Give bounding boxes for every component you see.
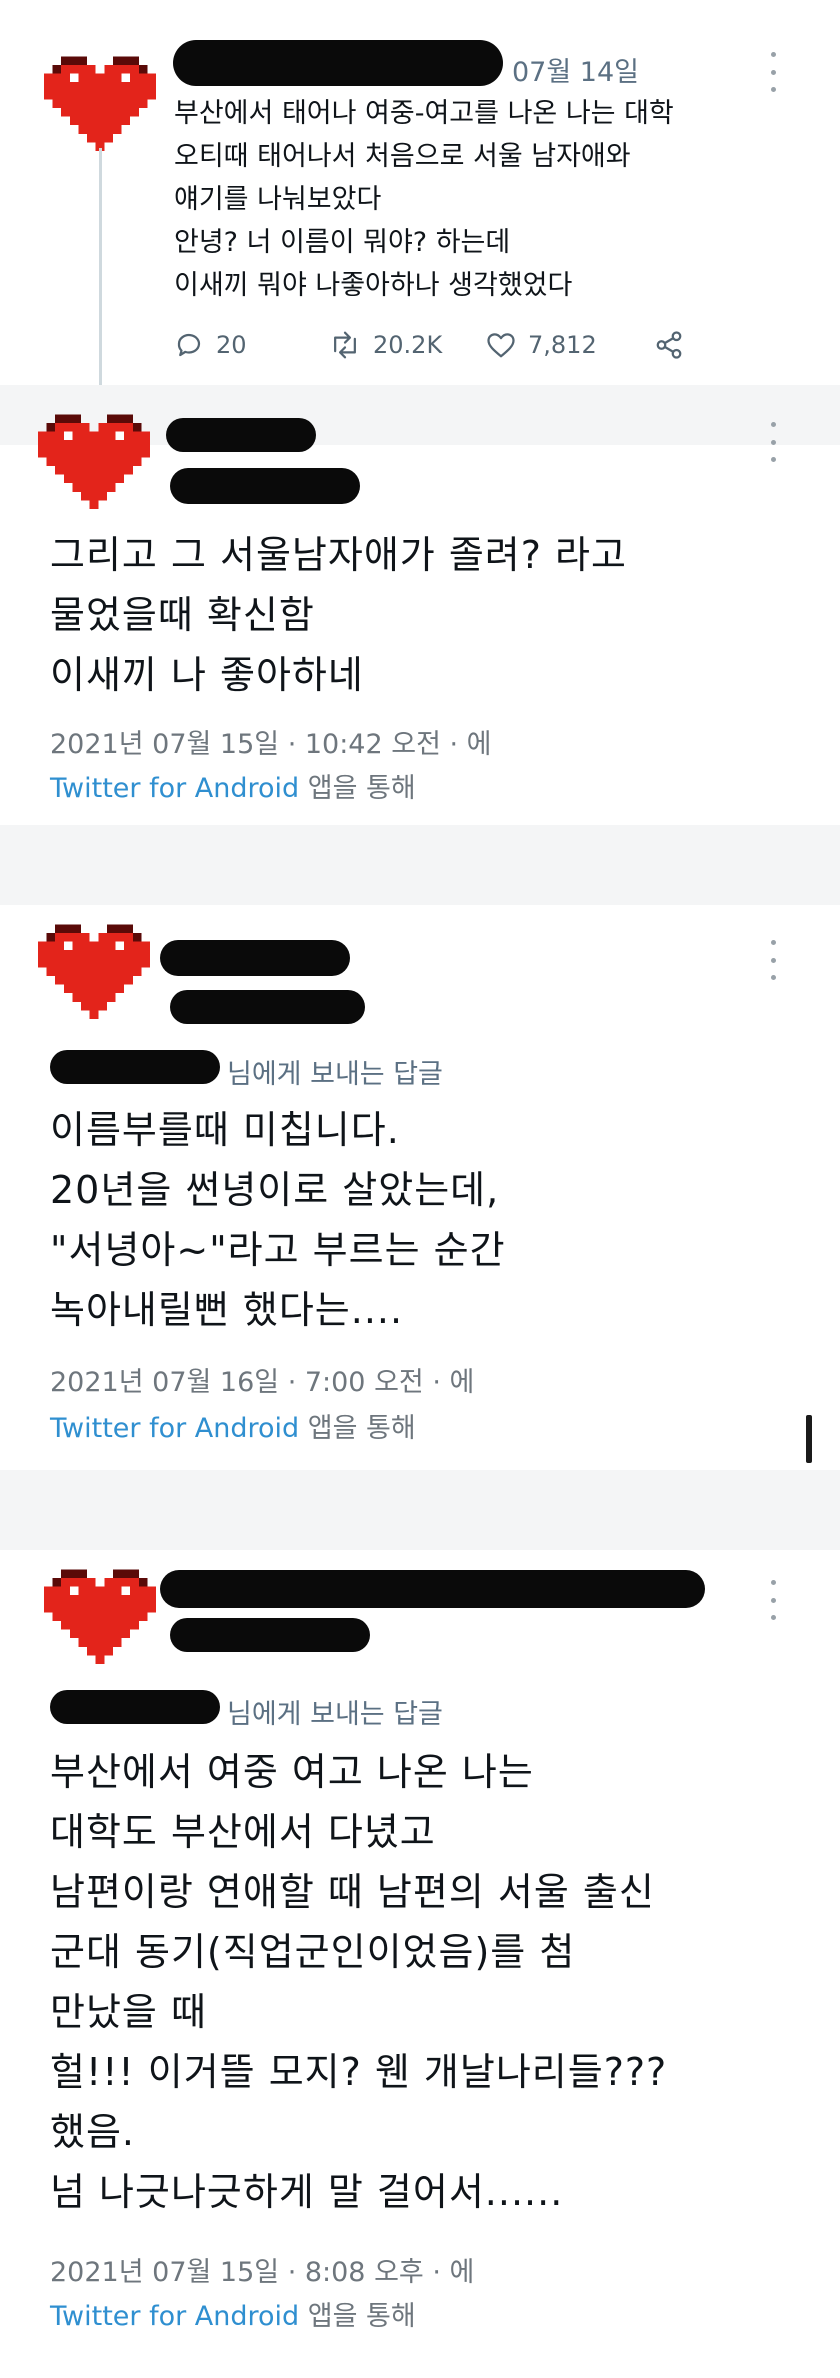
- tweet-text-line: 대학도 부산에서 다녔고: [50, 1810, 436, 1854]
- tweet-timestamp[interactable]: 2021년 07월 16일 · 7:00 오전 · 에: [50, 1360, 474, 1399]
- tweet-text-line: 물었을때 확신함: [50, 593, 315, 637]
- tweet-text-line: 안녕? 너 이름이 뭐야? 하는데: [174, 227, 511, 258]
- replying-to-label: 님에게 보내는 답글: [227, 1699, 443, 1730]
- source-suffix: 앱을 통해: [307, 2301, 416, 2332]
- tweet-text-line: 이름부를때 미칩니다.: [50, 1108, 400, 1152]
- source-suffix: 앱을 통해: [307, 773, 416, 804]
- tweet-date: 07월 14일: [512, 57, 639, 88]
- tweet-text-line: 헐!!! 이거뜰 모지? 웬 개날나리들???: [50, 2050, 668, 2094]
- section-separator: [0, 1470, 840, 1550]
- retweet-icon: [334, 331, 356, 359]
- tweet-text-line: 부산에서 태어나 여중-여고를 나온 나는 대학: [174, 98, 674, 129]
- avatar[interactable]: [38, 920, 150, 1032]
- tweet-timestamp[interactable]: 2021년 07월 15일 · 8:08 오후 · 에: [50, 2250, 474, 2289]
- tweet-text-line: 남편이랑 연애할 때 남편의 서울 출신: [50, 1870, 655, 1914]
- redacted-handle: [170, 468, 360, 504]
- like-icon: [487, 333, 515, 358]
- share-button[interactable]: [654, 330, 684, 360]
- scrollbar[interactable]: [806, 1415, 812, 1463]
- replying-to-label: 님에게 보내는 답글: [227, 1059, 443, 1090]
- pixel-heart-icon: [38, 414, 150, 510]
- share-icon: [656, 331, 682, 359]
- tweet-text-line: 오티때 태어나서 처음으로 서울 남자애와: [174, 141, 631, 172]
- more-options-icon[interactable]: [767, 940, 779, 980]
- tweet-text-line: 부산에서 여중 여고 나온 나는: [50, 1750, 534, 1794]
- tweet-text-line: 그리고 그 서울남자애가 졸려? 라고: [50, 533, 627, 577]
- redacted-reply-handle: [50, 1690, 220, 1724]
- tweet-text-line: 얘기를 나눠보았다: [174, 184, 382, 215]
- source-suffix: 앱을 통해: [307, 1413, 416, 1444]
- tweet-text-line: 20년을 썬녕이로 살았는데,: [50, 1168, 500, 1212]
- tweet-actions: 20 20.2K 7,812: [174, 330, 694, 370]
- section-separator: [0, 825, 840, 905]
- more-options-icon[interactable]: [767, 422, 779, 462]
- tweet-source: Twitter for Android 앱을 통해: [50, 1406, 416, 1445]
- retweet-count: 20.2K: [373, 331, 443, 359]
- tweet-text-line: 넘 나긋나긋하게 말 걸어서......: [50, 2170, 564, 2214]
- pixel-heart-icon: [44, 1569, 156, 1665]
- pixel-heart-icon: [38, 924, 150, 1020]
- source-app-link[interactable]: Twitter for Android: [50, 773, 299, 804]
- tweet-text-line: 이새끼 뭐야 나좋아하나 생각했었다: [174, 270, 573, 301]
- tweet-source: Twitter for Android 앱을 통해: [50, 2294, 416, 2333]
- redacted-username: [173, 40, 503, 86]
- source-app-link[interactable]: Twitter for Android: [50, 2301, 299, 2332]
- redacted-handle: [170, 1618, 370, 1652]
- tweet-text-line: 이새끼 나 좋아하네: [50, 653, 364, 697]
- tweet-text-line: 녹아내릴뻔 했다는....: [50, 1288, 404, 1332]
- reply-button[interactable]: 20: [174, 330, 247, 360]
- redacted-username: [166, 418, 316, 452]
- tweet-text-line: 했음.: [50, 2110, 135, 2154]
- more-options-icon[interactable]: [767, 1580, 779, 1620]
- like-button[interactable]: 7,812: [486, 330, 597, 360]
- redacted-username: [160, 940, 350, 976]
- reply-count: 20: [216, 331, 247, 359]
- redacted-username: [160, 1570, 705, 1608]
- source-app-link[interactable]: Twitter for Android: [50, 1413, 299, 1444]
- redacted-reply-handle: [50, 1050, 220, 1084]
- thread-line: [99, 148, 102, 403]
- tweet-timestamp[interactable]: 2021년 07월 15일 · 10:42 오전 · 에: [50, 722, 492, 761]
- tweet-text-line: 군대 동기(직업군인이었음)를 첨: [50, 1930, 576, 1974]
- retweet-button[interactable]: 20.2K: [329, 330, 442, 360]
- reply-icon: [177, 333, 201, 357]
- tweet-text-line: "서녕아~"라고 부르는 순간: [50, 1228, 506, 1272]
- more-options-icon[interactable]: [767, 52, 779, 92]
- avatar[interactable]: [44, 1565, 156, 1677]
- like-count: 7,812: [528, 331, 597, 359]
- avatar[interactable]: [38, 410, 150, 522]
- tweet-source: Twitter for Android 앱을 통해: [50, 766, 416, 805]
- tweet-text-line: 만났을 때: [50, 1990, 207, 2034]
- redacted-handle: [170, 990, 365, 1024]
